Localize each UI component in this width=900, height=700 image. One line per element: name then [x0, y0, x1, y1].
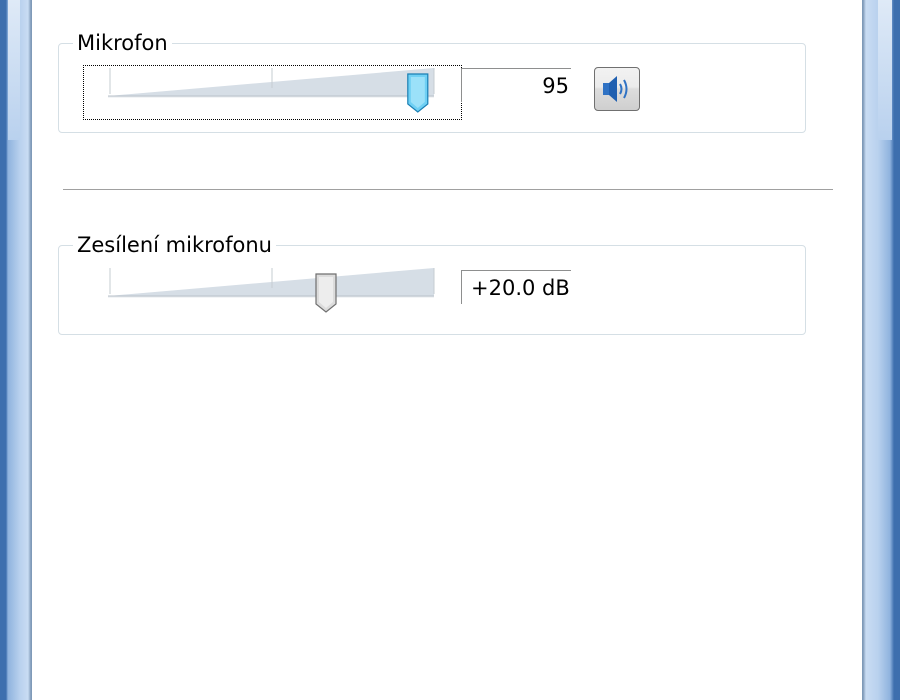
- microphone-boost-group-title: Zesílení mikrofonu: [73, 233, 276, 257]
- boost-slider-wedge: [108, 268, 434, 296]
- microphone-level-value[interactable]: 95: [461, 68, 571, 102]
- microphone-boost-value[interactable]: +20.0 dB: [461, 270, 571, 304]
- microphone-group-title: Mikrofon: [73, 31, 172, 55]
- microphone-mute-button[interactable]: [594, 67, 640, 111]
- window-frame-right: [862, 0, 900, 700]
- microphone-level-slider[interactable]: [84, 66, 460, 118]
- microphone-slider-thumb: [407, 73, 429, 113]
- microphone-boost-slider-thumb: [315, 273, 337, 313]
- section-separator: [63, 189, 833, 191]
- levels-tab-window: Mikrofon 95 Zesílení mikrofonu +20.0 dB: [0, 0, 900, 700]
- speaker-icon: [603, 76, 628, 102]
- window-frame-left: [0, 0, 32, 700]
- microphone-boost-slider[interactable]: [84, 266, 460, 318]
- microphone-slider-wedge: [108, 68, 434, 96]
